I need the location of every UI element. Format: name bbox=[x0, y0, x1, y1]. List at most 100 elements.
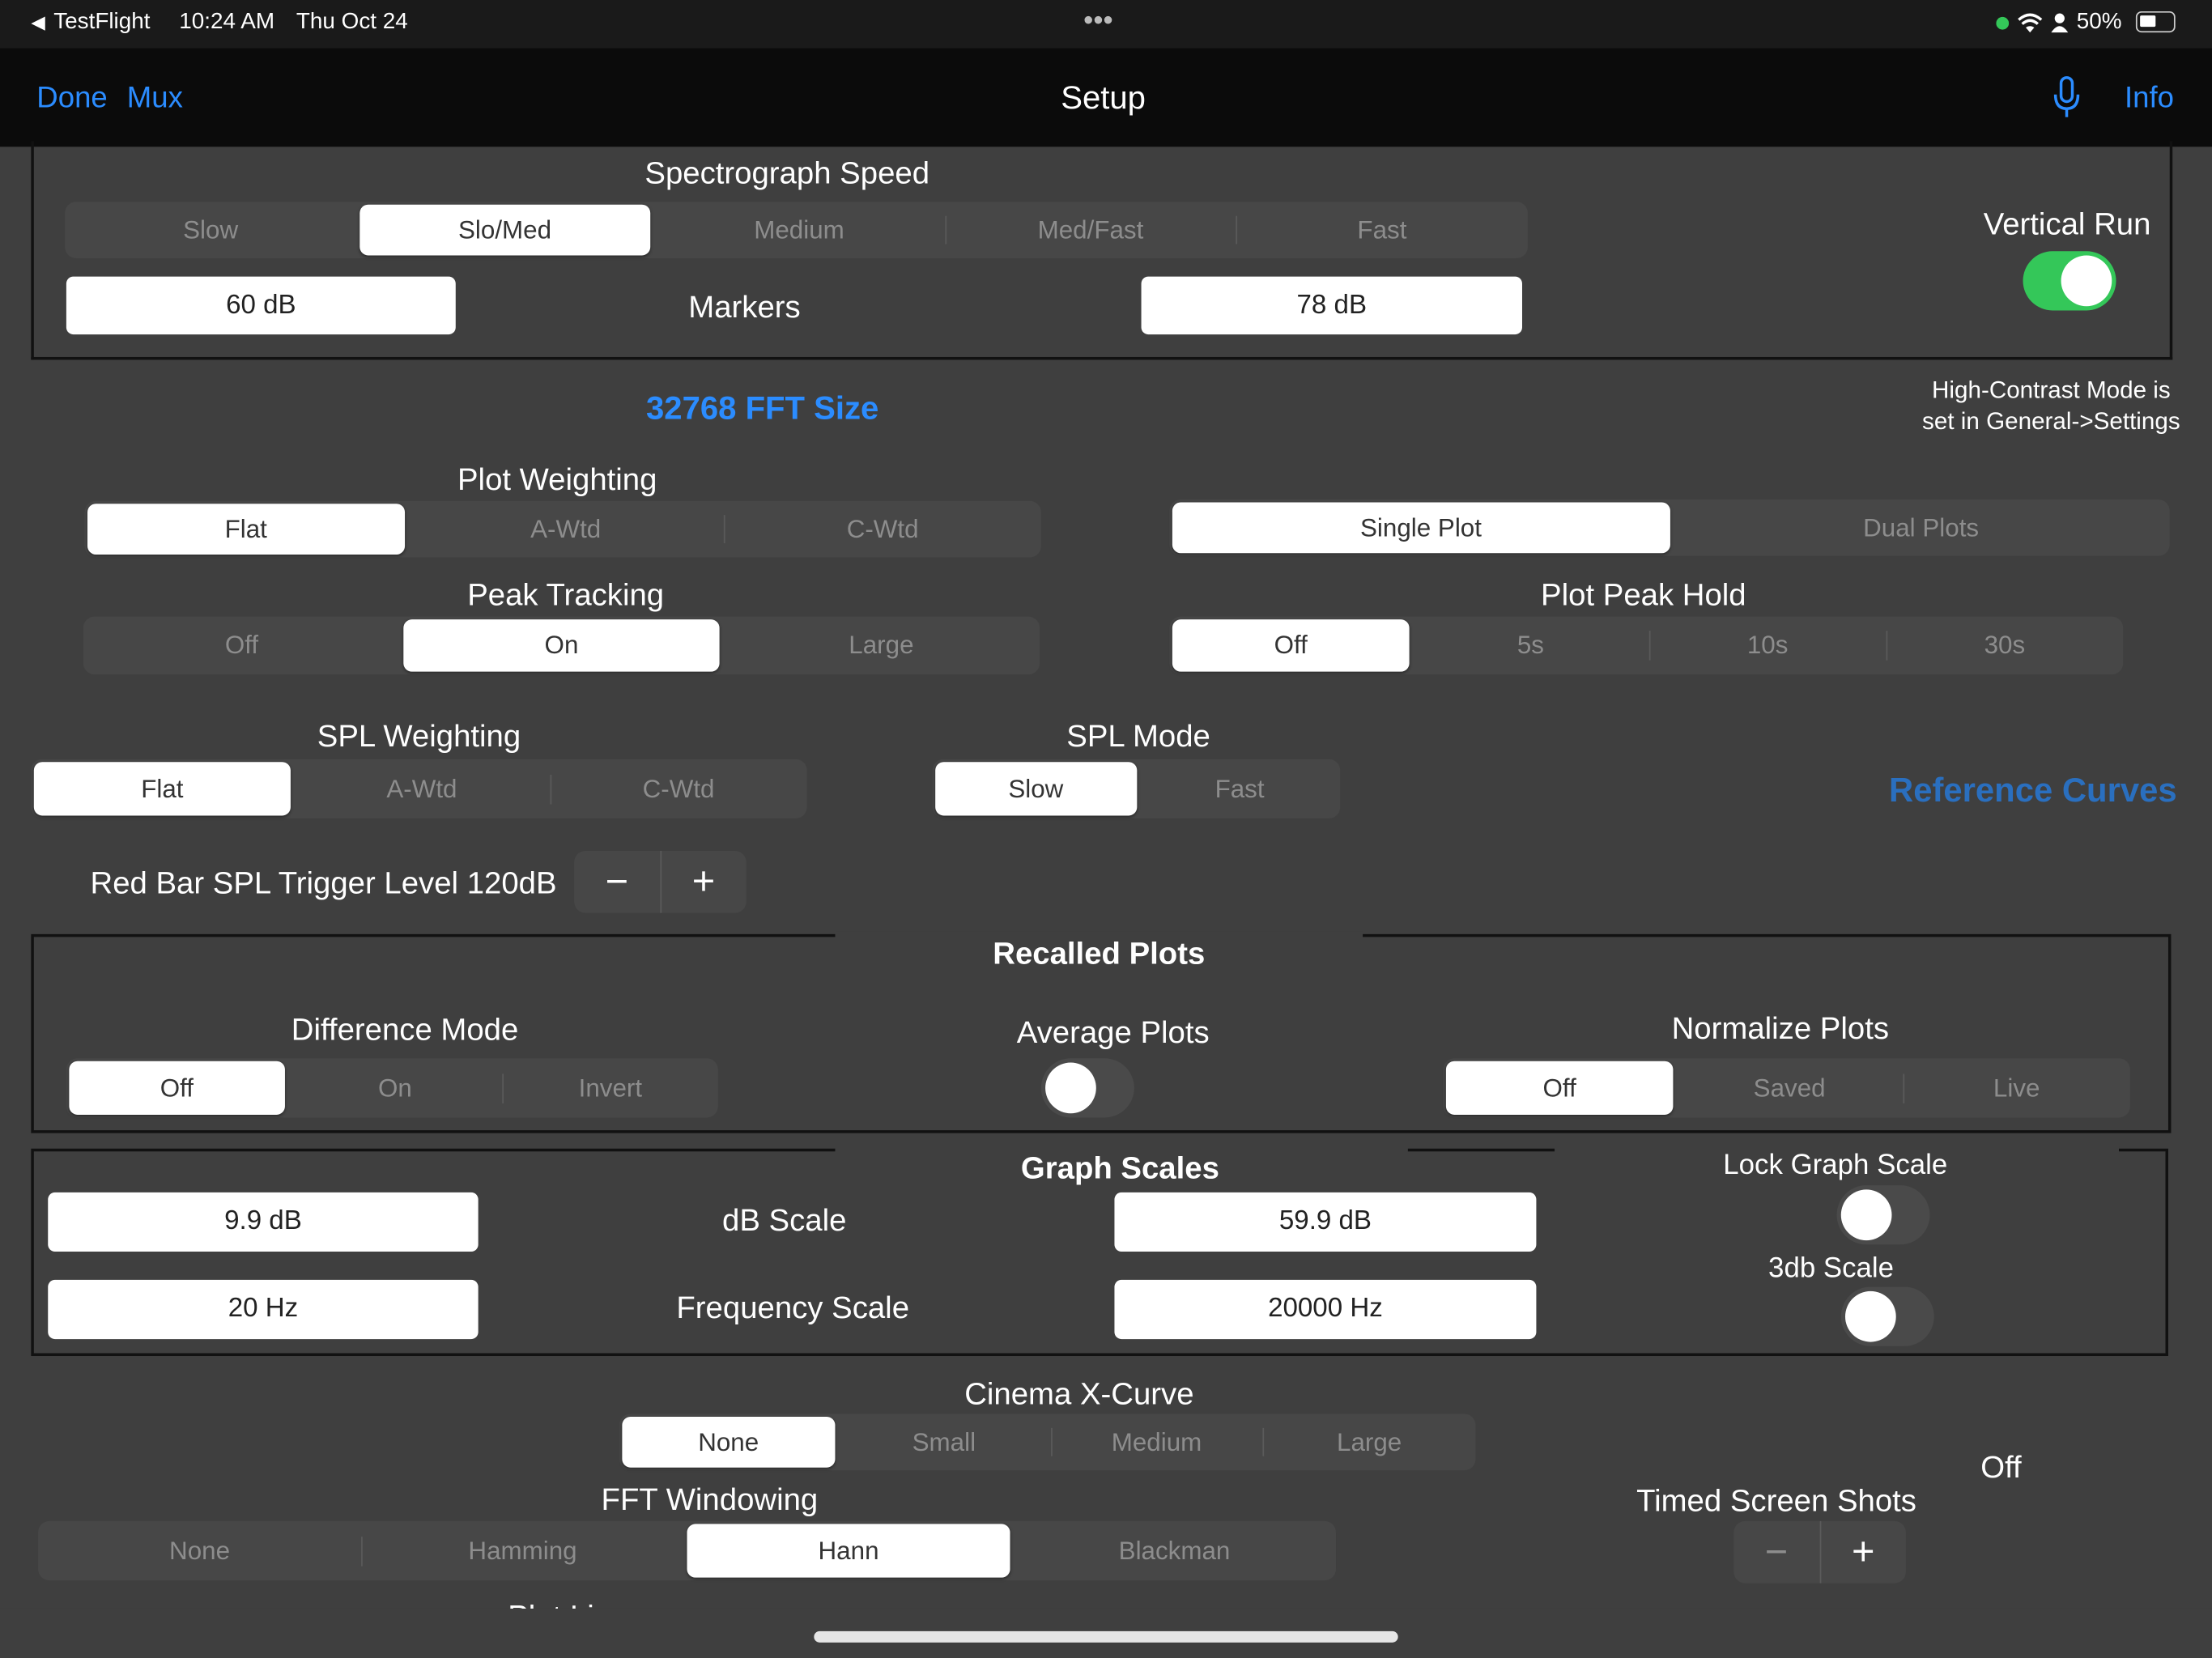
timed-screen-shots-value: Off bbox=[1980, 1449, 2022, 1485]
lock-graph-scale-toggle[interactable] bbox=[1836, 1185, 1930, 1245]
plot-count-single[interactable]: Single Plot bbox=[1172, 502, 1670, 554]
peak-tracking-large[interactable]: Large bbox=[723, 617, 1040, 674]
multitask-dots-icon[interactable]: ••• bbox=[1083, 6, 1113, 38]
frequency-scale-label: Frequency Scale bbox=[676, 1290, 910, 1325]
db-scale-label: dB Scale bbox=[722, 1202, 847, 1238]
reference-curves-button[interactable]: Reference Curves bbox=[1889, 772, 2177, 811]
average-plots-toggle[interactable] bbox=[1040, 1058, 1134, 1118]
three-db-scale-toggle[interactable] bbox=[1840, 1286, 1934, 1346]
fft-windowing-hann[interactable]: Hann bbox=[687, 1524, 1010, 1578]
average-plots-label: Average Plots bbox=[1016, 1014, 1210, 1050]
db-scale-low-field[interactable]: 9.9 dB bbox=[48, 1192, 479, 1252]
difference-mode-invert[interactable]: Invert bbox=[502, 1058, 718, 1117]
freq-scale-high-field[interactable]: 20000 Hz bbox=[1114, 1279, 1537, 1340]
freq-scale-low-field[interactable]: 20 Hz bbox=[48, 1279, 479, 1340]
red-bar-trigger-label: Red Bar SPL Trigger Level 120dB bbox=[90, 865, 557, 901]
cinema-x-curve-none[interactable]: None bbox=[622, 1416, 836, 1468]
spl-mode-label: SPL Mode bbox=[1066, 718, 1210, 754]
spectrograph-speed-slo-med[interactable]: Slo/Med bbox=[359, 204, 651, 256]
plot-peak-hold-control[interactable]: Off 5s 10s 30s bbox=[1169, 616, 2124, 675]
marker-low-field[interactable]: 60 dB bbox=[66, 276, 456, 335]
cinema-x-curve-control[interactable]: None Small Medium Large bbox=[619, 1414, 1476, 1471]
normalize-plots-control[interactable]: Off Saved Live bbox=[1443, 1058, 2130, 1118]
normalize-plots-off[interactable]: Off bbox=[1445, 1061, 1674, 1115]
difference-mode-label: Difference Mode bbox=[291, 1011, 519, 1048]
microphone-icon[interactable] bbox=[2052, 74, 2081, 120]
lock-graph-scale-label: Lock Graph Scale bbox=[1723, 1150, 1948, 1181]
status-time: 10:24 AM bbox=[179, 10, 275, 34]
difference-mode-control[interactable]: Off On Invert bbox=[66, 1058, 718, 1118]
spectrograph-speed-medium[interactable]: Medium bbox=[653, 202, 945, 258]
battery-percent: 50% bbox=[2076, 10, 2122, 34]
red-bar-minus-button[interactable]: − bbox=[574, 851, 659, 913]
plot-count-control[interactable]: Single Plot Dual Plots bbox=[1169, 500, 2170, 556]
vertical-run-toggle[interactable] bbox=[2023, 251, 2116, 311]
peak-tracking-on[interactable]: On bbox=[402, 619, 721, 672]
plot-peak-hold-5s[interactable]: 5s bbox=[1412, 617, 1649, 674]
cinema-x-curve-label: Cinema X-Curve bbox=[964, 1375, 1194, 1411]
db-scale-high-field[interactable]: 59.9 dB bbox=[1114, 1192, 1537, 1252]
plot-count-dual[interactable]: Dual Plots bbox=[1673, 500, 2170, 556]
battery-icon bbox=[2135, 11, 2176, 33]
peak-tracking-control[interactable]: Off On Large bbox=[83, 616, 1040, 675]
info-button[interactable]: Info bbox=[2125, 82, 2174, 116]
timed-screen-shots-plus-button[interactable]: + bbox=[1819, 1520, 1906, 1584]
spl-mode-control[interactable]: Slow Fast bbox=[932, 759, 1341, 818]
nav-bar: Done Mux Setup Info bbox=[0, 48, 2212, 147]
markers-label: Markers bbox=[688, 289, 801, 325]
spl-mode-fast[interactable]: Fast bbox=[1139, 759, 1340, 818]
mux-button[interactable]: Mux bbox=[127, 82, 183, 116]
spl-weighting-control[interactable]: Flat A-Wtd C-Wtd bbox=[31, 759, 807, 818]
person-icon bbox=[2051, 13, 2069, 33]
plot-weighting-control[interactable]: Flat A-Wtd C-Wtd bbox=[84, 500, 1041, 558]
spectrograph-speed-label: Spectrograph Speed bbox=[644, 155, 930, 191]
graph-scales-title: Graph Scales bbox=[1020, 1150, 1219, 1186]
back-app-label[interactable]: TestFlight bbox=[53, 10, 150, 35]
timed-screen-shots-minus-button[interactable]: − bbox=[1733, 1521, 1819, 1584]
home-indicator[interactable] bbox=[814, 1630, 1398, 1643]
plot-weighting-label: Plot Weighting bbox=[457, 461, 657, 497]
three-db-scale-label: 3db Scale bbox=[1768, 1252, 1895, 1285]
marker-high-field[interactable]: 78 dB bbox=[1141, 276, 1522, 335]
plot-peak-hold-label: Plot Peak Hold bbox=[1541, 576, 1746, 613]
plot-peak-hold-10s[interactable]: 10s bbox=[1648, 617, 1887, 674]
spectrograph-speed-slow[interactable]: Slow bbox=[65, 202, 356, 258]
spl-weighting-a-wtd[interactable]: A-Wtd bbox=[293, 759, 550, 818]
red-bar-plus-button[interactable]: + bbox=[659, 851, 747, 913]
peak-tracking-off[interactable]: Off bbox=[83, 617, 400, 674]
spectrograph-speed-med-fast[interactable]: Med/Fast bbox=[944, 202, 1236, 258]
spectrograph-speed-control[interactable]: Slow Slo/Med Medium Med/Fast Fast bbox=[65, 202, 1528, 258]
status-bar: ◀ TestFlight 10:24 AM Thu Oct 24 ••• 50% bbox=[0, 0, 2212, 49]
spectrograph-speed-fast[interactable]: Fast bbox=[1236, 202, 1528, 258]
red-bar-trigger-stepper[interactable]: − + bbox=[574, 851, 747, 913]
recalled-plots-title: Recalled Plots bbox=[993, 935, 1206, 971]
cinema-x-curve-medium[interactable]: Medium bbox=[1050, 1414, 1263, 1470]
done-button[interactable]: Done bbox=[36, 82, 107, 116]
spl-weighting-label: SPL Weighting bbox=[317, 718, 521, 754]
spl-weighting-flat[interactable]: Flat bbox=[33, 762, 291, 816]
fft-windowing-blackman[interactable]: Blackman bbox=[1013, 1521, 1336, 1580]
back-arrow-icon[interactable]: ◀ bbox=[31, 11, 45, 34]
normalize-plots-label: Normalize Plots bbox=[1671, 1010, 1890, 1046]
normalize-plots-saved[interactable]: Saved bbox=[1676, 1058, 1904, 1117]
fft-windowing-label: FFT Windowing bbox=[601, 1482, 819, 1517]
normalize-plots-live[interactable]: Live bbox=[1903, 1058, 2130, 1117]
plot-weighting-c-wtd[interactable]: C-Wtd bbox=[724, 501, 1040, 558]
plot-weighting-a-wtd[interactable]: A-Wtd bbox=[407, 501, 724, 558]
difference-mode-off[interactable]: Off bbox=[69, 1061, 285, 1115]
fft-windowing-hamming[interactable]: Hamming bbox=[361, 1521, 684, 1580]
fft-windowing-none[interactable]: None bbox=[38, 1521, 361, 1580]
cinema-x-curve-large[interactable]: Large bbox=[1262, 1414, 1476, 1470]
cinema-x-curve-small[interactable]: Small bbox=[838, 1414, 1051, 1470]
vertical-run-label: Vertical Run bbox=[1983, 206, 2151, 242]
spl-mode-slow[interactable]: Slow bbox=[935, 762, 1137, 816]
setup-screen: ◀ TestFlight 10:24 AM Thu Oct 24 ••• 50%… bbox=[0, 0, 2212, 1658]
fft-windowing-control[interactable]: None Hamming Hann Blackman bbox=[38, 1520, 1337, 1581]
difference-mode-on[interactable]: On bbox=[287, 1058, 503, 1117]
fft-size-button[interactable]: 32768 FFT Size bbox=[646, 389, 878, 427]
timed-screen-shots-stepper[interactable]: − + bbox=[1733, 1520, 1906, 1584]
plot-peak-hold-off[interactable]: Off bbox=[1172, 619, 1410, 672]
plot-peak-hold-30s[interactable]: 30s bbox=[1886, 617, 2124, 674]
spl-weighting-c-wtd[interactable]: C-Wtd bbox=[550, 759, 807, 818]
plot-weighting-flat[interactable]: Flat bbox=[87, 504, 405, 555]
